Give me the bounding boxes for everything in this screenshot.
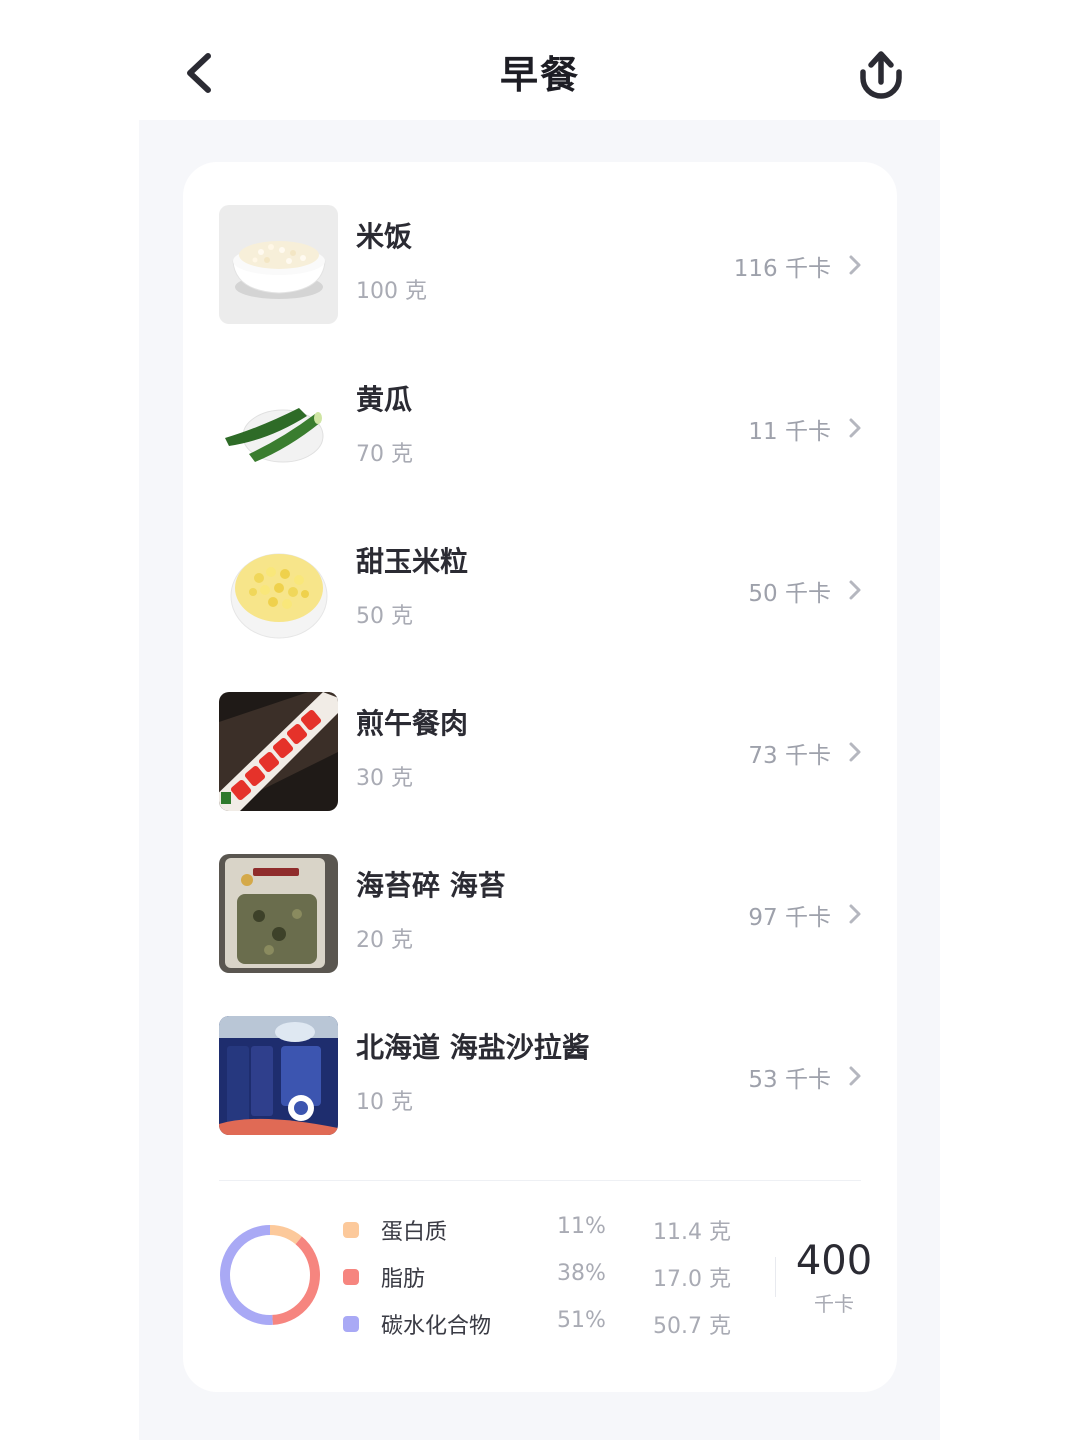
food-item-luncheon-meat[interactable]: 煎午餐肉 30 克 73 千卡 bbox=[183, 692, 897, 822]
page-title: 早餐 bbox=[499, 53, 580, 97]
food-name: 米饭 bbox=[356, 220, 413, 253]
food-kcal: 53 千卡 bbox=[748, 1067, 831, 1093]
chevron-right-icon bbox=[849, 255, 861, 275]
food-item-seaweed[interactable]: 海苔碎 海苔 20 克 97 千卡 bbox=[183, 854, 897, 984]
rice-bowl-image bbox=[219, 205, 338, 324]
protein-color-dot bbox=[343, 1222, 359, 1238]
macro-row-protein: 蛋白质 11% 11.4 克 bbox=[343, 1212, 743, 1252]
food-amount: 50 克 bbox=[356, 604, 413, 629]
chevron-right-icon bbox=[849, 742, 861, 762]
food-name: 黄瓜 bbox=[356, 383, 413, 416]
macro-row-fat: 脂肪 38% 17.0 克 bbox=[343, 1259, 743, 1299]
total-calories: 400 bbox=[795, 1238, 873, 1284]
share-button[interactable] bbox=[852, 46, 910, 100]
macro-percent: 38% bbox=[557, 1261, 606, 1286]
macro-label: 蛋白质 bbox=[381, 1220, 448, 1245]
cucumber-image bbox=[219, 368, 338, 487]
food-name: 甜玉米粒 bbox=[356, 545, 469, 578]
food-amount: 70 克 bbox=[356, 442, 413, 467]
seaweed-image bbox=[219, 854, 338, 973]
food-name: 煎午餐肉 bbox=[356, 707, 469, 740]
food-name: 海苔碎 海苔 bbox=[356, 869, 506, 902]
food-amount: 20 克 bbox=[356, 928, 413, 953]
top-bar: 早餐 bbox=[0, 0, 1080, 120]
macro-row-carbs: 碳水化合物 51% 50.7 克 bbox=[343, 1306, 743, 1346]
summary-divider bbox=[219, 1180, 861, 1181]
food-kcal: 11 千卡 bbox=[748, 419, 831, 445]
summary-separator bbox=[775, 1257, 776, 1297]
food-item-sweet-corn[interactable]: 甜玉米粒 50 克 50 千卡 bbox=[183, 530, 897, 660]
food-amount: 30 克 bbox=[356, 766, 413, 791]
macro-donut-chart bbox=[220, 1225, 320, 1325]
macro-grams: 17.0 克 bbox=[653, 1267, 731, 1292]
food-item-salad-dressing[interactable]: 北海道 海盐沙拉酱 10 克 53 千卡 bbox=[183, 1016, 897, 1146]
total-calories-unit: 千卡 bbox=[814, 1292, 854, 1316]
food-item-rice[interactable]: 米饭 100 克 116 千卡 bbox=[183, 205, 897, 335]
food-item-cucumber[interactable]: 黄瓜 70 克 11 千卡 bbox=[183, 368, 897, 498]
chevron-right-icon bbox=[849, 418, 861, 438]
chevron-right-icon bbox=[849, 904, 861, 924]
meal-card: 米饭 100 克 116 千卡 黄瓜 70 克 11 千卡 甜玉米粒 50 克 … bbox=[183, 162, 897, 1392]
macro-grams: 11.4 克 bbox=[653, 1220, 731, 1245]
salad-dressing-image bbox=[219, 1016, 338, 1135]
food-amount: 100 克 bbox=[356, 279, 427, 304]
food-kcal: 116 千卡 bbox=[733, 256, 831, 282]
macro-percent: 11% bbox=[557, 1214, 606, 1239]
chevron-right-icon bbox=[849, 1066, 861, 1086]
food-kcal: 73 千卡 bbox=[748, 743, 831, 769]
sweet-corn-image bbox=[219, 530, 338, 649]
macro-label: 脂肪 bbox=[381, 1267, 426, 1292]
carbs-color-dot bbox=[343, 1316, 359, 1332]
food-kcal: 97 千卡 bbox=[748, 905, 831, 931]
macro-grams: 50.7 克 bbox=[653, 1314, 731, 1339]
luncheon-meat-image bbox=[219, 692, 338, 811]
fat-color-dot bbox=[343, 1269, 359, 1285]
share-upload-icon bbox=[860, 51, 902, 99]
macro-percent: 51% bbox=[557, 1308, 606, 1333]
food-kcal: 50 千卡 bbox=[748, 581, 831, 607]
chevron-right-icon bbox=[849, 580, 861, 600]
food-amount: 10 克 bbox=[356, 1090, 413, 1115]
macro-label: 碳水化合物 bbox=[381, 1314, 492, 1339]
food-name: 北海道 海盐沙拉酱 bbox=[356, 1031, 590, 1064]
